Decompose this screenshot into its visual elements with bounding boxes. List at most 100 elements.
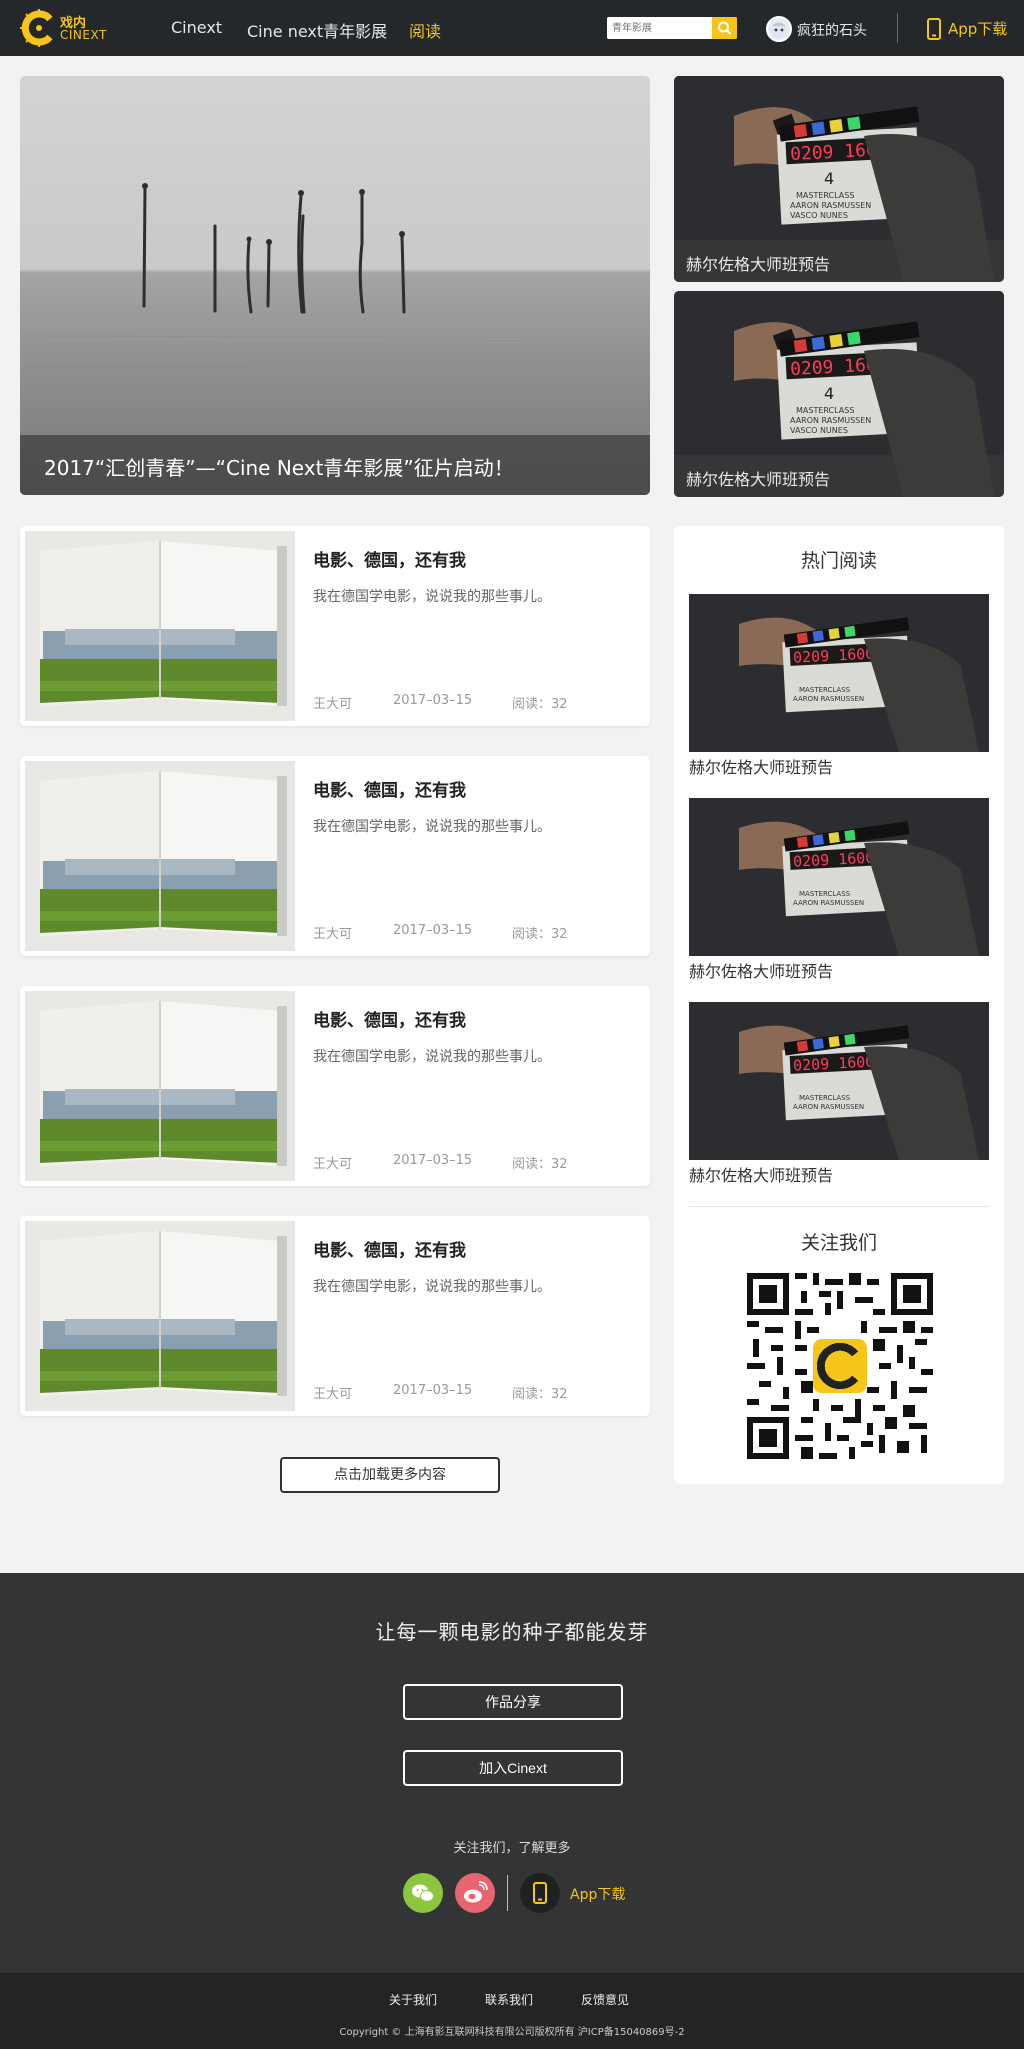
- svg-text:MASTERCLASS: MASTERCLASS: [799, 686, 851, 694]
- article-thumbnail[interactable]: [25, 761, 295, 951]
- article-summary: 我在德国学电影，说说我的那些事儿。: [313, 1049, 551, 1065]
- open-book-image: [25, 761, 295, 951]
- hero-caption[interactable]: 2017“汇创青春”—“Cine Next青年影展”征片启动！: [44, 452, 514, 481]
- article-title[interactable]: 电影、德国，还有我: [313, 1006, 466, 1031]
- article-card[interactable]: 电影、德国，还有我 我在德国学电影，说说我的那些事儿。 王大可 2017–03–…: [20, 526, 650, 726]
- article-author: 王大可: [313, 1387, 353, 1402]
- article-read-count: 阅读：32: [512, 697, 568, 712]
- svg-text:MASTERCLASS: MASTERCLASS: [796, 406, 854, 415]
- article-summary: 我在德国学电影，说说我的那些事儿。: [313, 819, 551, 835]
- article-title[interactable]: 电影、德国，还有我: [313, 546, 466, 571]
- share-work-button[interactable]: 作品分享: [403, 1684, 623, 1720]
- follow-more-text: 关注我们，了解更多: [453, 1841, 571, 1856]
- article-author: 王大可: [313, 697, 353, 712]
- hot-read-label[interactable]: 赫尔佐格大师班预告: [689, 754, 833, 778]
- header-divider: [897, 13, 898, 43]
- svg-text:MASTERCLASS: MASTERCLASS: [799, 1094, 851, 1102]
- weibo-link[interactable]: [455, 1873, 495, 1913]
- search-button[interactable]: [712, 17, 737, 39]
- article-date: 2017–03–15: [393, 1383, 473, 1398]
- svg-text:VASCO NUNES: VASCO NUNES: [790, 426, 848, 435]
- article-title[interactable]: 电影、德国，还有我: [313, 776, 466, 801]
- svg-text:AARON RASMUSSEN: AARON RASMUSSEN: [790, 201, 871, 210]
- article-thumbnail[interactable]: [25, 1221, 295, 1411]
- avatar[interactable]: [766, 16, 792, 42]
- svg-text:AARON RASMUSSEN: AARON RASMUSSEN: [793, 1103, 864, 1111]
- clapperboard-image: 0209 1600 MASTERCLASS AARON RASMUSSEN: [689, 1002, 989, 1160]
- logo-en-text: CINEXT: [60, 28, 107, 42]
- app-download-label: App下载: [948, 20, 1008, 38]
- footer-slogan: 让每一颗电影的种子都能发芽: [375, 1620, 649, 1644]
- phone-icon: [533, 1882, 547, 1904]
- svg-text:MASTERCLASS: MASTERCLASS: [799, 890, 851, 898]
- side-card-caption[interactable]: 赫尔佐格大师班预告: [686, 251, 830, 275]
- follow-us-title: 关注我们: [800, 1232, 877, 1254]
- hot-read-item[interactable]: 0209 1600 MASTERCLASS AARON RASMUSSEN 赫尔…: [689, 1002, 989, 1192]
- weibo-icon: [455, 1873, 495, 1913]
- svg-text:4: 4: [824, 384, 834, 403]
- article-summary: 我在德国学电影，说说我的那些事儿。: [313, 1279, 551, 1295]
- clapperboard-image: 0209 1600 MASTERCLASS AARON RASMUSSEN: [689, 594, 989, 752]
- article-date: 2017–03–15: [393, 693, 473, 708]
- avatar-face-icon: [770, 22, 788, 38]
- open-book-image: [25, 991, 295, 1181]
- side-card[interactable]: 0209 1600 4 MASTERCLASS AARON RASMUSSEN …: [674, 291, 1004, 497]
- phone-icon: [927, 18, 941, 40]
- phone-icon-badge: [520, 1873, 560, 1913]
- cinext-logo[interactable]: 戏内 CINEXT: [20, 9, 110, 47]
- svg-text:AARON RASMUSSEN: AARON RASMUSSEN: [793, 899, 864, 907]
- nav-item-reading[interactable]: 阅读: [409, 18, 441, 42]
- search-icon: [718, 21, 732, 35]
- hot-read-label[interactable]: 赫尔佐格大师班预告: [689, 958, 833, 982]
- article-read-count: 阅读：32: [512, 1387, 568, 1402]
- hot-read-thumbnail[interactable]: 0209 1600 MASTERCLASS AARON RASMUSSEN: [689, 594, 989, 752]
- footer: 让每一颗电影的种子都能发芽 作品分享 加入Cinext 关注我们，了解更多 Ap…: [0, 1573, 1024, 1973]
- about-us-link[interactable]: 关于我们: [389, 1991, 437, 2008]
- article-card[interactable]: 电影、德国，还有我 我在德国学电影，说说我的那些事儿。 王大可 2017–03–…: [20, 1216, 650, 1416]
- article-thumbnail[interactable]: [25, 531, 295, 721]
- article-author: 王大可: [313, 927, 353, 942]
- article-read-count: 阅读：32: [512, 927, 568, 942]
- load-more-button[interactable]: 点击加载更多内容: [280, 1457, 500, 1493]
- open-book-image: [25, 531, 295, 721]
- article-thumbnail[interactable]: [25, 991, 295, 1181]
- logo-sun-icon: [20, 9, 53, 47]
- join-cinext-button[interactable]: 加入Cinext: [403, 1750, 623, 1786]
- wechat-link[interactable]: [403, 1873, 443, 1913]
- feedback-link[interactable]: 反馈意见: [581, 1991, 629, 2008]
- username[interactable]: 疯狂的石头: [797, 20, 867, 40]
- side-card-caption[interactable]: 赫尔佐格大师班预告: [686, 466, 830, 490]
- hot-read-item[interactable]: 0209 1600 MASTERCLASS AARON RASMUSSEN 赫尔…: [689, 594, 989, 784]
- article-title[interactable]: 电影、德国，还有我: [313, 1236, 466, 1261]
- nav-item-cinext[interactable]: Cinext: [171, 18, 222, 37]
- hot-read-label[interactable]: 赫尔佐格大师班预告: [689, 1162, 833, 1186]
- article-card[interactable]: 电影、德国，还有我 我在德国学电影，说说我的那些事儿。 王大可 2017–03–…: [20, 986, 650, 1186]
- hot-reads-panel: 热门阅读 0209 1600 MASTERCLASS AARON RASMUSS…: [674, 526, 1004, 1484]
- search-input[interactable]: [607, 17, 711, 39]
- hero-sea-poles-image: [20, 183, 650, 399]
- article-card[interactable]: 电影、德国，还有我 我在德国学电影，说说我的那些事儿。 王大可 2017–03–…: [20, 756, 650, 956]
- hot-read-thumbnail[interactable]: 0209 1600 MASTERCLASS AARON RASMUSSEN: [689, 1002, 989, 1160]
- hot-read-item[interactable]: 0209 1600 MASTERCLASS AARON RASMUSSEN 赫尔…: [689, 798, 989, 988]
- article-date: 2017–03–15: [393, 923, 473, 938]
- side-card-caption-bar: 赫尔佐格大师班预告: [674, 240, 1004, 282]
- copyright-text: Copyright © 上海有影互联网科技有限公司版权所有 沪ICP备15040…: [339, 2027, 685, 2038]
- bottom-bar: 关于我们 联系我们 反馈意见 Copyright © 上海有影互联网科技有限公司…: [0, 1973, 1024, 2049]
- svg-text:4: 4: [824, 169, 834, 188]
- top-navbar: 戏内 CINEXT Cinext Cine next青年影展 阅读 疯狂的石头: [0, 0, 1024, 56]
- contact-us-link[interactable]: 联系我们: [485, 1991, 533, 2008]
- svg-text:MASTERCLASS: MASTERCLASS: [796, 191, 854, 200]
- hero-banner[interactable]: 2017“汇创青春”—“Cine Next青年影展”征片启动！: [20, 76, 650, 495]
- footer-app-label: App下载: [570, 1887, 626, 1903]
- article-read-count: 阅读：32: [512, 1157, 568, 1172]
- article-summary: 我在德国学电影，说说我的那些事儿。: [313, 589, 551, 605]
- side-card[interactable]: 0209 1600 4 MASTERCLASS AARON RASMUSSEN …: [674, 76, 1004, 282]
- hot-read-thumbnail[interactable]: 0209 1600 MASTERCLASS AARON RASMUSSEN: [689, 798, 989, 956]
- open-book-image: [25, 1221, 295, 1411]
- clapperboard-image: 0209 1600 MASTERCLASS AARON RASMUSSEN: [689, 798, 989, 956]
- nav-item-youth-film-festival[interactable]: Cine next青年影展: [247, 18, 387, 42]
- wechat-icon: [403, 1873, 443, 1913]
- svg-text:AARON RASMUSSEN: AARON RASMUSSEN: [790, 416, 871, 425]
- article-author: 王大可: [313, 1157, 353, 1172]
- qr-code-image: [747, 1273, 933, 1459]
